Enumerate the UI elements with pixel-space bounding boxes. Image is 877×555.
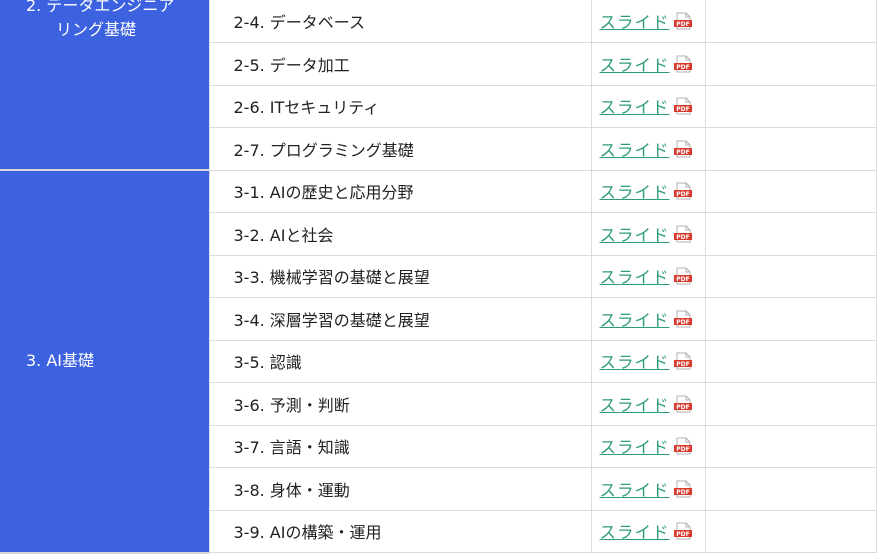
section-cell: 2. データエンジニアリング基礎: [0, 0, 209, 171]
topic-label: 2-5. データ加工: [208, 42, 591, 86]
topic-label: 2-4. データベース: [208, 0, 591, 43]
topic-label: 2-6. ITセキュリティ: [208, 85, 591, 128]
slide-link[interactable]: スライド: [600, 438, 670, 457]
slide-cell: スライド PDF: [590, 467, 705, 511]
empty-cell: [704, 340, 877, 383]
pdf-icon-text: PDF: [676, 446, 689, 453]
pdf-icon: PDF: [673, 395, 692, 413]
section-title: 3. AI基礎: [26, 351, 95, 371]
section-title-continued: リング基礎: [56, 20, 137, 39]
pdf-icon-text: PDF: [676, 489, 689, 496]
empty-cell: [704, 255, 877, 298]
slide-link[interactable]: スライド: [600, 353, 670, 372]
pdf-icon: PDF: [673, 267, 692, 285]
slide-cell: スライド PDF: [590, 170, 705, 213]
pdf-icon-text: PDF: [676, 191, 689, 198]
slide-cell: スライド PDF: [590, 297, 705, 341]
topic-label: 3-6. 予測・判断: [208, 382, 591, 426]
topic-label: 2-7. プログラミング基礎: [208, 127, 591, 171]
pdf-icon-text: PDF: [676, 361, 689, 368]
slide-link[interactable]: スライド: [600, 183, 670, 202]
empty-cell: [704, 467, 877, 511]
slide-link[interactable]: スライド: [600, 481, 670, 500]
slide-cell: スライド PDF: [590, 255, 705, 298]
empty-cell: [704, 85, 877, 128]
pdf-icon-text: PDF: [676, 149, 689, 156]
slide-link[interactable]: スライド: [600, 98, 670, 117]
pdf-icon-text: PDF: [676, 404, 689, 411]
slide-link[interactable]: スライド: [600, 56, 670, 75]
pdf-icon: PDF: [673, 480, 692, 498]
slide-cell: スライド PDF: [590, 212, 705, 256]
topic-label: 3-2. AIと社会: [208, 212, 591, 256]
slide-link[interactable]: スライド: [600, 13, 670, 32]
empty-cell: [704, 297, 877, 341]
topic-label: 3-5. 認識: [208, 340, 591, 383]
empty-cell: [704, 42, 877, 86]
empty-cell: [704, 425, 877, 468]
pdf-icon: PDF: [673, 225, 692, 243]
slide-cell: スライド PDF: [590, 510, 705, 553]
slide-cell: スライド PDF: [590, 85, 705, 128]
topic-label: 3-7. 言語・知識: [208, 425, 591, 468]
pdf-icon: PDF: [673, 310, 692, 328]
pdf-icon: PDF: [673, 55, 692, 73]
pdf-icon: PDF: [673, 352, 692, 370]
pdf-icon-text: PDF: [676, 64, 689, 71]
topic-label: 3-3. 機械学習の基礎と展望: [208, 255, 591, 298]
slide-link[interactable]: スライド: [600, 311, 670, 330]
pdf-icon-text: PDF: [676, 234, 689, 241]
curriculum-body: 2. データエンジニア リング基礎 2-4. データベース スライド PDF 2-5. デ…: [0, 0, 877, 554]
pdf-icon: PDF: [673, 12, 692, 30]
pdf-icon: PDF: [673, 182, 692, 200]
pdf-icon: PDF: [673, 522, 692, 540]
topic-label: 3-4. 深層学習の基礎と展望: [208, 297, 591, 341]
empty-cell: [704, 0, 877, 43]
slide-link[interactable]: スライド: [600, 141, 670, 160]
slide-cell: スライド PDF: [590, 0, 705, 43]
slide-cell: スライド PDF: [590, 340, 705, 383]
empty-cell: [704, 510, 877, 553]
pdf-icon-text: PDF: [676, 106, 689, 113]
slide-link[interactable]: スライド: [600, 268, 670, 287]
empty-cell: [704, 382, 877, 426]
pdf-icon-text: PDF: [676, 21, 689, 28]
topic-label: 3-9. AIの構築・運用: [208, 510, 591, 553]
pdf-icon-text: PDF: [676, 276, 689, 283]
slide-link[interactable]: スライド: [600, 226, 670, 245]
slide-cell: スライド PDF: [590, 425, 705, 468]
table-row: 2. データエンジニア リング基礎 2-4. データベース スライド PDF: [0, 0, 877, 171]
empty-cell: [704, 212, 877, 256]
topic-label: 3-1. AIの歴史と応用分野: [208, 170, 591, 213]
table-row: 3. AI基礎 3-1. AIの歴史と応用分野 スライド PDF: [0, 170, 877, 554]
curriculum-table: 2. データエンジニア リング基礎 2-4. データベース スライド PDF 2-5. デ…: [0, 0, 877, 554]
pdf-icon: PDF: [673, 97, 692, 115]
topic-label: 3-8. 身体・運動: [208, 467, 591, 511]
section-cell: 3. AI基礎: [0, 170, 209, 554]
pdf-icon: PDF: [673, 437, 692, 455]
section-title: 2. データエンジニア: [26, 0, 175, 15]
slide-link[interactable]: スライド: [600, 523, 670, 542]
pdf-icon: PDF: [673, 140, 692, 158]
slide-cell: スライド PDF: [590, 382, 705, 426]
pdf-icon-text: PDF: [676, 531, 689, 538]
pdf-icon-text: PDF: [676, 319, 689, 326]
slide-link[interactable]: スライド: [600, 396, 670, 415]
slide-cell: スライド PDF: [590, 127, 705, 171]
empty-cell: [704, 170, 877, 213]
slide-cell: スライド PDF: [590, 42, 705, 86]
empty-cell: [704, 127, 877, 171]
